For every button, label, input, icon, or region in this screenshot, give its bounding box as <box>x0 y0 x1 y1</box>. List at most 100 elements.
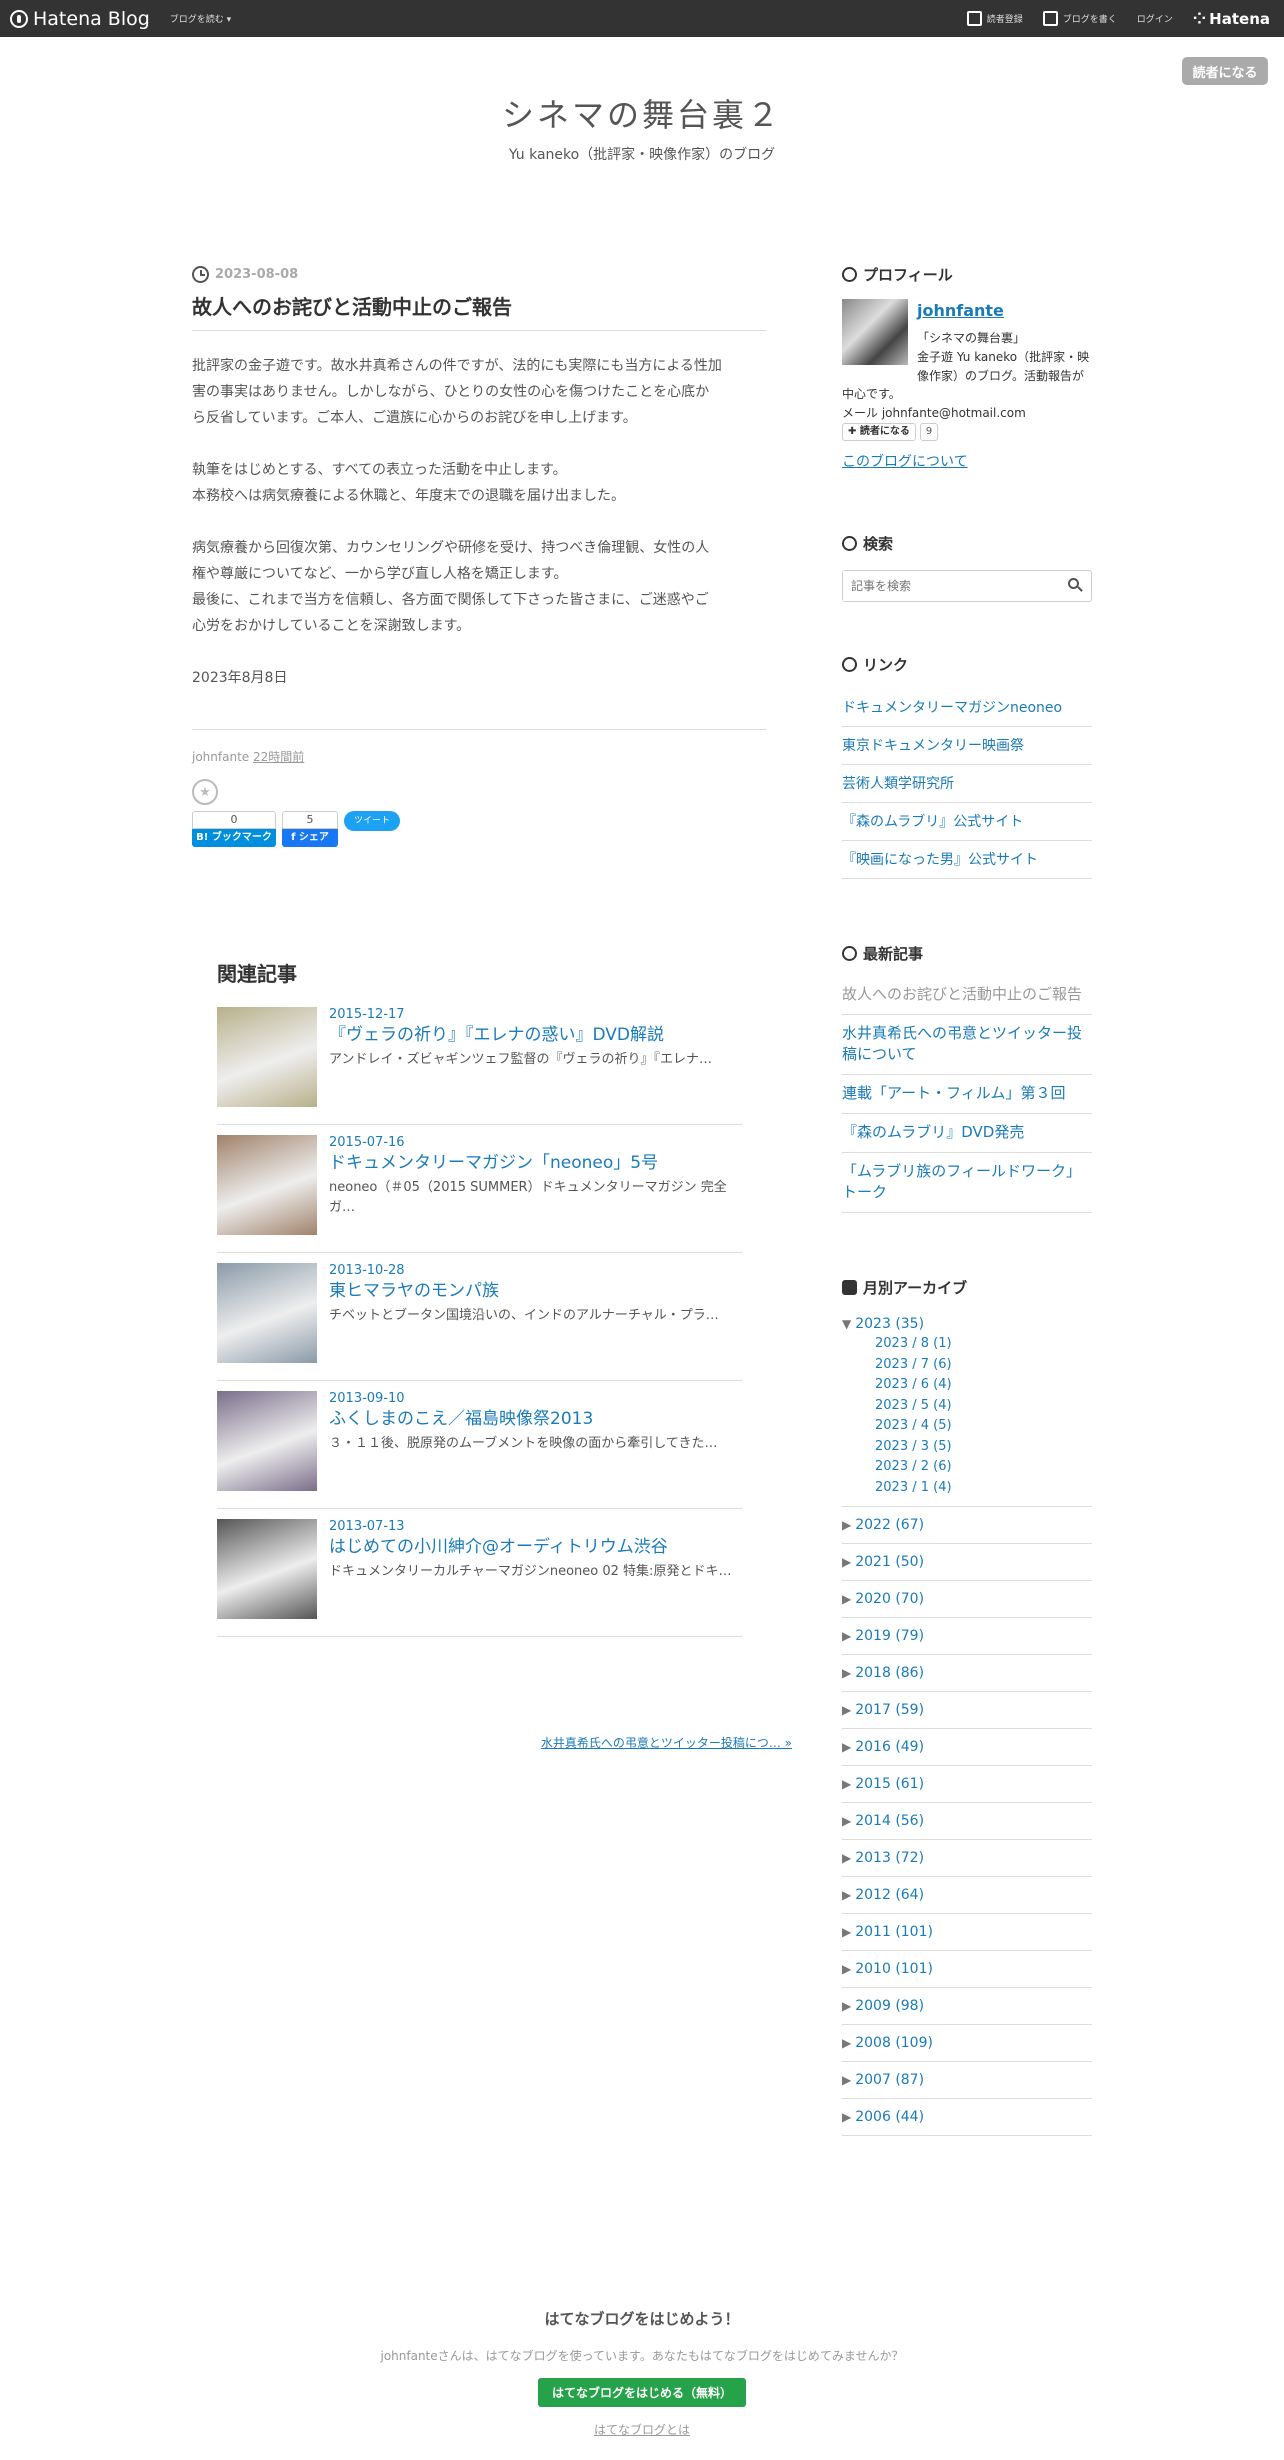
facebook-share-button[interactable]: f シェア <box>282 829 338 847</box>
search-input[interactable] <box>843 571 1053 601</box>
collapsed-triangle-icon[interactable]: ▶ <box>842 1629 851 1643</box>
archive-month[interactable]: 2023 / 4 (5) <box>875 1416 1092 1437</box>
related-title[interactable]: 『ヴェラの祈り』『エレナの惑い』DVD解説 <box>329 1024 739 1046</box>
collapsed-triangle-icon[interactable]: ▶ <box>842 1777 851 1791</box>
entry-title[interactable]: 故人へのお詫びと活動中止のご報告 <box>192 291 766 331</box>
next-entry-link[interactable]: 水井真希氏への弔意とツイッター投稿につ… » <box>541 1734 792 1751</box>
recent-entry[interactable]: 『森のムラブリ』DVD発売 <box>842 1114 1092 1153</box>
related-date[interactable]: 2013-09-10 <box>329 1391 739 1406</box>
expanded-triangle-icon[interactable]: ▼ <box>842 1317 851 1331</box>
collapsed-triangle-icon[interactable]: ▶ <box>842 1703 851 1717</box>
related-date[interactable]: 2015-12-17 <box>329 1007 739 1022</box>
link-item[interactable]: 東京ドキュメンタリー映画祭 <box>842 727 1092 765</box>
collapsed-triangle-icon[interactable]: ▶ <box>842 1962 851 1976</box>
collapsed-triangle-icon[interactable]: ▶ <box>842 1740 851 1754</box>
archive-year[interactable]: ▶ 2006 (44) <box>842 2109 1092 2125</box>
related-date[interactable]: 2015-07-16 <box>329 1135 739 1150</box>
related-thumbnail[interactable] <box>217 1263 317 1363</box>
archive-year[interactable]: ▶ 2019 (79) <box>842 1628 1092 1644</box>
related-entry[interactable]: 2015-12-17 『ヴェラの祈り』『エレナの惑い』DVD解説 アンドレイ・ズビャ… <box>217 1007 742 1125</box>
avatar[interactable] <box>842 299 908 365</box>
about-blog-link[interactable]: このブログについて <box>842 451 1092 471</box>
archive-year[interactable]: ▶ 2010 (101) <box>842 1961 1092 1977</box>
about-hatena-blog-link[interactable]: はてなブログとは <box>0 2421 1284 2438</box>
write-blog-link[interactable]: ブログを書く <box>1042 11 1117 26</box>
archive-year[interactable]: ▶ 2017 (59) <box>842 1702 1092 1718</box>
recent-entry[interactable]: 「ムラブリ族のフィールドワーク」トーク <box>842 1153 1092 1213</box>
collapsed-triangle-icon[interactable]: ▶ <box>842 1888 851 1902</box>
login-link[interactable]: ログイン <box>1137 12 1173 25</box>
facebook-share[interactable]: 5 f シェア <box>282 811 338 847</box>
related-thumbnail[interactable] <box>217 1007 317 1107</box>
related-title[interactable]: ふくしまのこえ／福島映像祭2013 <box>329 1408 739 1430</box>
archive-year[interactable]: ▼ 2023 (35) <box>842 1316 1092 1334</box>
recent-entry[interactable]: 連載「アート・フィルム」第３回 <box>842 1075 1092 1114</box>
entry-permalink-time[interactable]: 22時間前 <box>253 750 304 764</box>
archive-month[interactable]: 2023 / 3 (5) <box>875 1437 1092 1458</box>
archive-year[interactable]: ▶ 2007 (87) <box>842 2072 1092 2088</box>
hatena-blog-logo[interactable]: Hatena Blog <box>10 8 150 30</box>
related-date[interactable]: 2013-10-28 <box>329 1263 739 1278</box>
link-item[interactable]: 芸術人類学研究所 <box>842 765 1092 803</box>
subscribe-button[interactable]: 読者になる <box>1182 57 1268 85</box>
archive-year[interactable]: ▶ 2020 (70) <box>842 1591 1092 1607</box>
archive-month[interactable]: 2023 / 7 (6) <box>875 1355 1092 1376</box>
related-entry[interactable]: 2013-07-13 はじめての小川紳介@オーディトリウム渋谷 ドキュメンタリーカル… <box>217 1509 742 1637</box>
subscribe-list-link[interactable]: 読者登録 <box>966 11 1023 26</box>
collapsed-triangle-icon[interactable]: ▶ <box>842 1555 851 1569</box>
search-submit-icon[interactable] <box>1067 577 1085 595</box>
collapsed-triangle-icon[interactable]: ▶ <box>842 1851 851 1865</box>
recent-entry[interactable]: 故人へのお詫びと活動中止のご報告 <box>842 976 1092 1015</box>
archive-year[interactable]: ▶ 2009 (98) <box>842 1998 1092 2014</box>
collapsed-triangle-icon[interactable]: ▶ <box>842 1925 851 1939</box>
collapsed-triangle-icon[interactable]: ▶ <box>842 1814 851 1828</box>
archive-year[interactable]: ▶ 2008 (109) <box>842 2035 1092 2051</box>
related-title[interactable]: 東ヒマラヤのモンパ族 <box>329 1280 739 1302</box>
profile-subscribe-button[interactable]: ✚ 読者になる <box>842 423 916 441</box>
link-item[interactable]: ドキュメンタリーマガジンneoneo <box>842 689 1092 727</box>
collapsed-triangle-icon[interactable]: ▶ <box>842 2073 851 2087</box>
reader-count[interactable]: 9 <box>919 423 939 441</box>
archive-year[interactable]: ▶ 2013 (72) <box>842 1850 1092 1866</box>
collapsed-triangle-icon[interactable]: ▶ <box>842 2110 851 2124</box>
collapsed-triangle-icon[interactable]: ▶ <box>842 1518 851 1532</box>
read-blogs-menu[interactable]: ブログを読む ▾ <box>170 12 231 25</box>
start-blog-button[interactable]: はてなブログをはじめる（無料） <box>537 2378 746 2407</box>
link-item[interactable]: 『森のムラブリ』公式サイト <box>842 803 1092 841</box>
collapsed-triangle-icon[interactable]: ▶ <box>842 1592 851 1606</box>
related-entry[interactable]: 2013-10-28 東ヒマラヤのモンパ族 チベットとブータン国境沿いの、インドのア… <box>217 1253 742 1381</box>
hatena-bookmark-button[interactable]: B! ブックマーク <box>192 829 276 847</box>
recent-entry[interactable]: 水井真希氏への弔意とツイッター投稿について <box>842 1015 1092 1075</box>
archive-year[interactable]: ▶ 2022 (67) <box>842 1517 1092 1533</box>
hatena-brand-link[interactable]: ⁘ Hatena <box>1193 9 1270 28</box>
tweet-button[interactable]: ツイート <box>344 811 401 831</box>
related-thumbnail[interactable] <box>217 1391 317 1491</box>
archive-year[interactable]: ▶ 2021 (50) <box>842 1554 1092 1570</box>
collapsed-triangle-icon[interactable]: ▶ <box>842 1666 851 1680</box>
blog-title[interactable]: シネマの舞台裏２ <box>0 90 1284 136</box>
archive-year[interactable]: ▶ 2018 (86) <box>842 1665 1092 1681</box>
archive-month[interactable]: 2023 / 1 (4) <box>875 1478 1092 1499</box>
related-title[interactable]: はじめての小川紳介@オーディトリウム渋谷 <box>329 1536 739 1558</box>
archive-month[interactable]: 2023 / 8 (1) <box>875 1334 1092 1355</box>
add-star-icon[interactable]: ★ <box>192 779 218 805</box>
related-thumbnail[interactable] <box>217 1519 317 1619</box>
related-thumbnail[interactable] <box>217 1135 317 1235</box>
archive-year[interactable]: ▶ 2015 (61) <box>842 1776 1092 1792</box>
related-entry[interactable]: 2015-07-16 ドキュメンタリーマガジン「neoneo」5号 neoneo（＃… <box>217 1125 742 1253</box>
collapsed-triangle-icon[interactable]: ▶ <box>842 2036 851 2050</box>
profile-name[interactable]: johnfante <box>917 301 1004 320</box>
archive-year[interactable]: ▶ 2011 (101) <box>842 1924 1092 1940</box>
entry-date[interactable]: 2023-08-08 <box>192 266 766 283</box>
archive-month[interactable]: 2023 / 6 (4) <box>875 1375 1092 1396</box>
related-entry[interactable]: 2013-09-10 ふくしまのこえ／福島映像祭2013 ３・１１後、脱原発のムーブ… <box>217 1381 742 1509</box>
related-date[interactable]: 2013-07-13 <box>329 1519 739 1534</box>
related-title[interactable]: ドキュメンタリーマガジン「neoneo」5号 <box>329 1152 739 1174</box>
archive-year[interactable]: ▶ 2012 (64) <box>842 1887 1092 1903</box>
archive-year[interactable]: ▶ 2016 (49) <box>842 1739 1092 1755</box>
archive-month[interactable]: 2023 / 5 (4) <box>875 1396 1092 1417</box>
collapsed-triangle-icon[interactable]: ▶ <box>842 1999 851 2013</box>
hatena-bookmark-share[interactable]: 0 B! ブックマーク <box>192 811 276 847</box>
link-item[interactable]: 『映画になった男』公式サイト <box>842 841 1092 879</box>
archive-month[interactable]: 2023 / 2 (6) <box>875 1457 1092 1478</box>
